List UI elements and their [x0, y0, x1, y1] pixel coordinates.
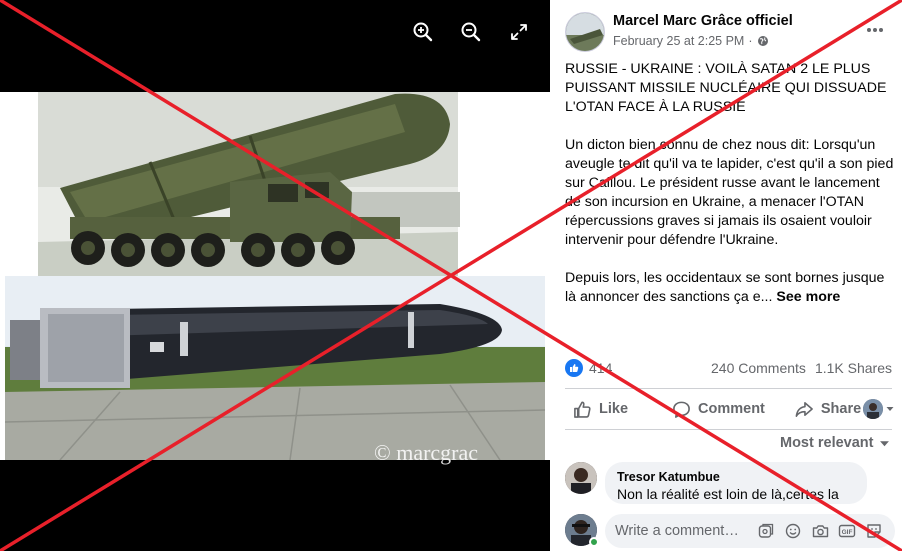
comment-composer[interactable]: GIF [605, 514, 895, 548]
avatar-sticker-icon[interactable] [757, 522, 775, 540]
post-date[interactable]: February 25 at 2:25 PM [613, 34, 744, 48]
viewer-avatar [863, 399, 883, 419]
comment-icon [673, 401, 690, 418]
sort-label: Most relevant [780, 435, 874, 451]
more-horizontal-icon[interactable] [863, 20, 887, 40]
comment-bubble: Tresor Katumbue Non la réalité est loin … [605, 462, 867, 504]
camera-icon[interactable] [811, 522, 829, 540]
like-button[interactable]: Like [573, 400, 628, 419]
author-name[interactable]: Marcel Marc Grâce officiel [613, 13, 793, 29]
zoom-out-icon[interactable] [457, 18, 485, 46]
fullscreen-icon[interactable] [505, 18, 533, 46]
composer-tools: GIF [757, 522, 883, 540]
missile-launcher-image [38, 92, 460, 276]
share-button[interactable]: Share [794, 400, 861, 419]
meta-separator: · [748, 34, 753, 48]
zoom-in-icon[interactable] [409, 18, 437, 46]
thumbs-up-icon [574, 401, 591, 418]
post-panel: Marcel Marc Grâce officiel February 25 a… [550, 0, 902, 551]
post-photo [0, 92, 550, 460]
share-label: Share [820, 401, 862, 417]
shares-count[interactable]: 1.1K Shares [815, 360, 892, 376]
commenter-avatar[interactable] [565, 462, 597, 494]
emoji-icon[interactable] [784, 522, 802, 540]
engagement-counts: 240 Comments 1.1K Shares [711, 360, 892, 376]
missile-on-display-image [4, 276, 546, 460]
like-reaction-icon[interactable] [565, 359, 583, 377]
globe-icon [757, 35, 769, 47]
screenshot: © marcgrac Marcel Marc Grâce officiel Fe… [0, 0, 902, 551]
comments-sort-dropdown[interactable]: Most relevant [780, 435, 890, 451]
svg-text:GIF: GIF [842, 529, 853, 536]
post-text: RUSSIE - UKRAINE : VOILÀ SATAN 2 LE PLUS… [565, 60, 895, 307]
online-status-dot [589, 537, 599, 547]
divider [565, 388, 892, 389]
reaction-count[interactable]: 414 [589, 360, 612, 376]
comment-button[interactable]: Comment [672, 400, 765, 419]
caret-down-icon [886, 407, 894, 411]
react-as-selector[interactable] [863, 399, 895, 419]
post-paragraph: Un dicton bien connu de chez nous dit: L… [565, 137, 894, 248]
post-actions: Like Comment Share [565, 392, 895, 426]
post-headline: RUSSIE - UKRAINE : VOILÀ SATAN 2 LE PLUS… [565, 61, 887, 115]
comment-input[interactable] [615, 523, 755, 539]
commenter-name[interactable]: Tresor Katumbue [617, 470, 855, 484]
comment-label: Comment [698, 401, 765, 417]
photo-viewer: © marcgrac [0, 0, 550, 551]
divider [565, 429, 892, 430]
comment-text: Non la réalité est loin de là,certes la [617, 486, 839, 502]
caret-down-icon [880, 440, 890, 446]
comments-count[interactable]: 240 Comments [711, 360, 806, 376]
see-more-link[interactable]: See more [776, 289, 840, 305]
post-meta: February 25 at 2:25 PM · [613, 34, 769, 48]
photo-watermark: © marcgrac [374, 440, 479, 465]
post-paragraph-truncated: Depuis lors, les occidentaux se sont bor… [565, 270, 885, 305]
reactions-row: 414 240 Comments 1.1K Shares [565, 357, 892, 379]
sticker-icon[interactable] [865, 522, 883, 540]
share-icon [795, 401, 813, 417]
gif-icon[interactable]: GIF [838, 522, 856, 540]
page-avatar[interactable] [565, 12, 605, 52]
like-label: Like [599, 401, 629, 417]
